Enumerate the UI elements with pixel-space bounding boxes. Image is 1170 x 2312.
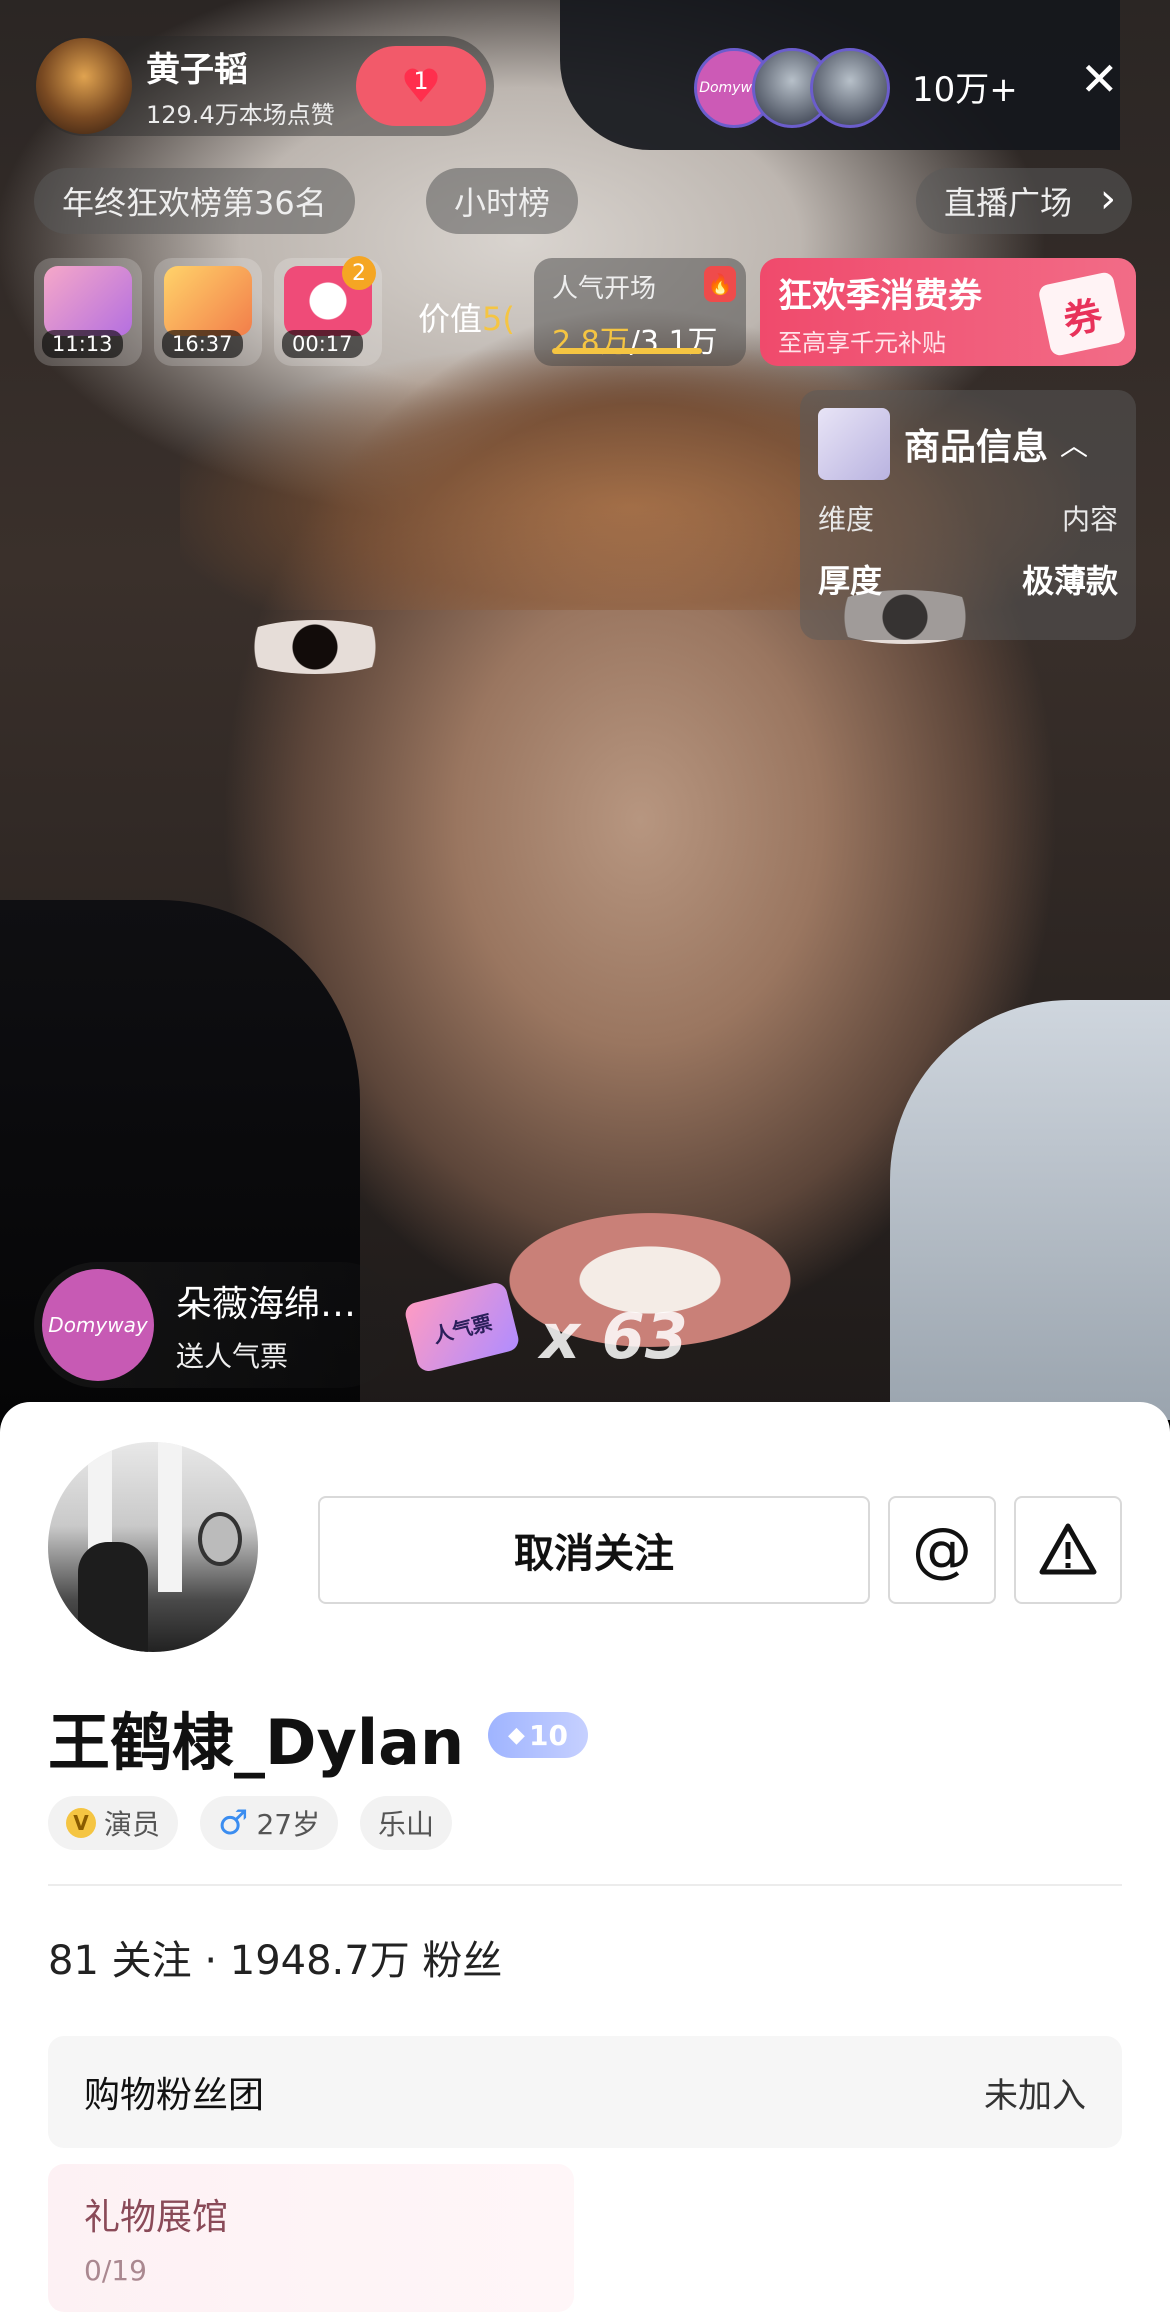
value-label-text: 价值 <box>418 300 483 338</box>
avatar-pillar <box>158 1442 182 1592</box>
gift-count-badge: 2 <box>342 256 376 290</box>
fire-icon: 🔥 <box>704 266 736 302</box>
gift-hall-count: 0/19 <box>84 2254 147 2287</box>
product-key: 维度 <box>818 503 875 536</box>
mention-button[interactable]: @ <box>888 1496 996 1604</box>
profile-name: 王鹤棣_Dylan <box>48 1706 465 1779</box>
value-label: 价值5( <box>418 294 515 340</box>
popularity-target: /3.1万 <box>629 325 718 360</box>
gift-hall-title: 礼物展馆 <box>84 2197 229 2238</box>
city-tag: 乐山 <box>360 1796 453 1850</box>
popularity-label: 人气开场 <box>552 274 657 304</box>
report-button[interactable] <box>1014 1496 1122 1604</box>
popularity-value: 2.8万/3.1万 <box>552 317 728 361</box>
level-value: 10 <box>528 1718 568 1752</box>
gift-combo-count: x 63 <box>540 1300 688 1373</box>
ranking-badge[interactable]: 年终狂欢榜第36名 <box>34 168 355 234</box>
host-likes: 129.4万本场点赞 <box>146 101 335 129</box>
live-plaza-label: 直播广场 <box>944 184 1073 222</box>
chevron-up-icon[interactable]: ︿ <box>1060 424 1088 464</box>
avatar-figure <box>78 1542 148 1652</box>
collar <box>890 1000 1170 1420</box>
profile-avatar[interactable] <box>48 1442 258 1652</box>
heart-icon: ♥ 1 <box>400 59 442 113</box>
unfollow-button[interactable]: 取消关注 <box>318 1496 870 1604</box>
fan-club-label: 购物粉丝团 <box>84 2075 265 2116</box>
close-icon[interactable]: ✕ <box>1080 56 1119 102</box>
product-row: 维度 内容 <box>818 498 1118 538</box>
host-info[interactable]: 黄子韬 129.4万本场点赞 ♥ 1 <box>34 36 494 136</box>
product-value: 极薄款 <box>1021 562 1118 600</box>
product-thumbnail <box>818 408 890 480</box>
viewer-avatar[interactable] <box>810 48 890 128</box>
gift-hall-card[interactable]: 礼物展馆 0/19 <box>48 2164 574 2312</box>
warning-icon <box>1039 1523 1097 1575</box>
popularity-current: 2.8万 <box>552 325 630 360</box>
gift-timer: 16:37 <box>162 330 243 358</box>
viewer-count[interactable]: 10万+ <box>912 62 1018 111</box>
gift-timer: 00:17 <box>282 330 363 358</box>
gift-box[interactable]: 11:13 <box>34 258 142 366</box>
role-tag: V 演员 <box>48 1796 179 1850</box>
divider <box>48 1884 1122 1886</box>
heart-count: 1 <box>413 67 429 95</box>
hourly-rank-button[interactable]: 小时榜 <box>426 168 579 234</box>
gift-timer: 11:13 <box>42 330 123 358</box>
sender-avatar[interactable]: Domyway <box>42 1269 154 1381</box>
host-name: 黄子韬 <box>146 50 248 90</box>
profile-sheet: 取消关注 @ 王鹤棣_Dylan ◆ 10 V 演员 ♂ 27岁 乐山 81 关… <box>0 1402 1170 2312</box>
gift-notification: Domyway 朵薇海绵… 送人气票 <box>34 1262 404 1388</box>
product-key: 厚度 <box>818 562 883 600</box>
product-info-title: 商品信息 <box>904 427 1049 468</box>
gift-box[interactable]: 16:37 <box>154 258 262 366</box>
age-tag: ♂ 27岁 <box>200 1796 339 1850</box>
follow-stats[interactable]: 81 关注 · 1948.7万 粉丝 <box>48 1928 502 1986</box>
product-row: 厚度 极薄款 <box>818 556 1118 602</box>
product-info-card[interactable]: 商品信息 ︿ 维度 内容 厚度 极薄款 <box>800 390 1136 640</box>
popularity-card[interactable]: 人气开场 2.8万/3.1万 🔥 <box>534 258 746 366</box>
verified-icon: V <box>66 1808 96 1838</box>
male-icon: ♂ <box>218 1803 249 1843</box>
avatar-medallion <box>198 1512 242 1566</box>
diamond-icon: ◆ <box>508 1722 525 1748</box>
level-badge: ◆ 10 <box>488 1712 588 1758</box>
gift-image <box>164 266 252 336</box>
shopping-fan-club[interactable]: 购物粉丝团 未加入 <box>48 2036 1122 2148</box>
sender-name: 朵薇海绵… <box>176 1284 357 1325</box>
chevron-right-icon: › <box>1100 176 1117 222</box>
fan-heart-button[interactable]: ♥ 1 <box>356 46 486 126</box>
gift-action: 送人气票 <box>176 1340 289 1373</box>
fan-club-status: 未加入 <box>984 2075 1086 2116</box>
age-label: 27岁 <box>256 1808 321 1841</box>
at-icon: @ <box>912 1515 972 1585</box>
popularity-progress <box>552 348 702 354</box>
coupon-banner[interactable]: 狂欢季消费券 至高享千元补贴 券 <box>760 258 1136 366</box>
value-amount: 5( <box>482 300 515 338</box>
product-value: 内容 <box>1061 503 1118 536</box>
live-plaza-button[interactable]: 直播广场 › <box>916 168 1133 234</box>
host-avatar[interactable] <box>36 38 132 134</box>
left-eye <box>230 620 400 674</box>
gift-image <box>44 266 132 336</box>
role-label: 演员 <box>104 1808 161 1841</box>
viewer-avatars[interactable]: Domyway <box>694 48 890 128</box>
